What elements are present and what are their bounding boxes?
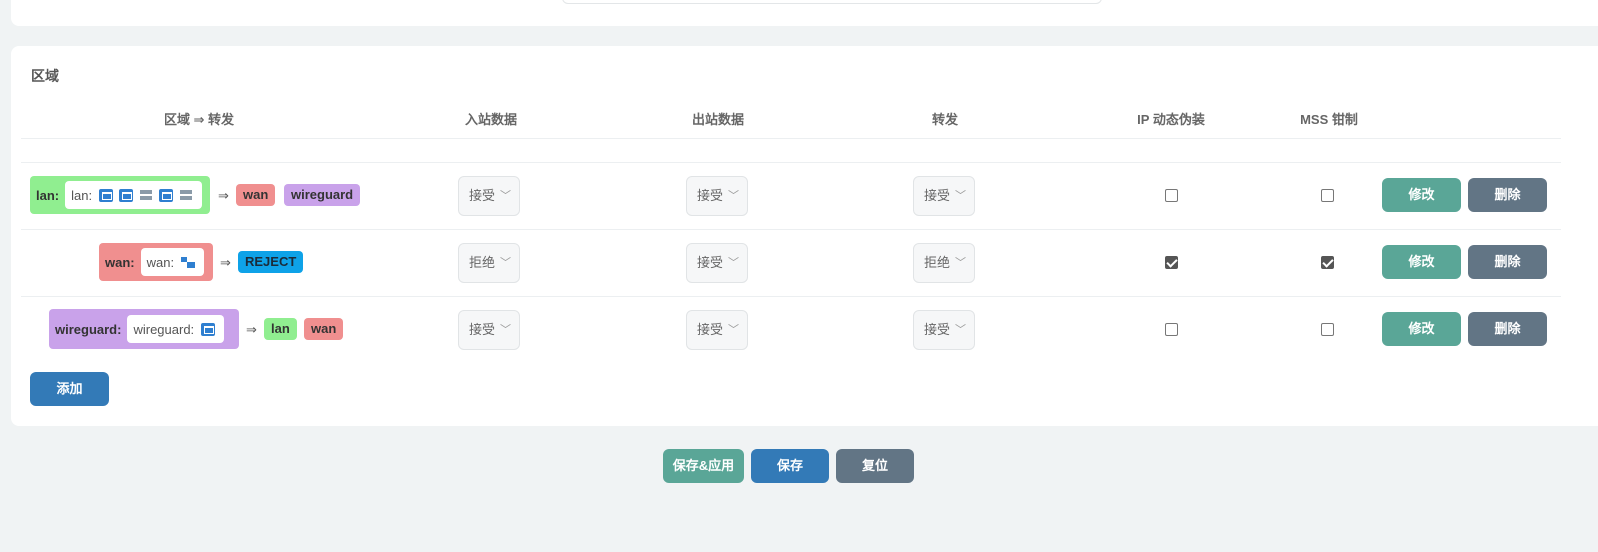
chevron-down-icon: ﹀ <box>500 257 511 269</box>
dest-badge-wan: wan <box>236 184 276 206</box>
zones-card: 区域 区域 ⇒ 转发 入站数据 出站数据 转发 IP 动态伪装 MSS 钳制 l… <box>11 46 1598 426</box>
interface-label: wan: <box>146 254 175 270</box>
save-button[interactable]: 保存 <box>751 449 829 483</box>
mss-checkbox[interactable] <box>1321 189 1334 202</box>
delete-button[interactable]: 删除 <box>1468 312 1547 346</box>
forward-select[interactable]: 接受 ﹀ <box>913 310 975 350</box>
zone-name: lan: <box>36 187 60 203</box>
masq-checkbox[interactable] <box>1165 256 1178 269</box>
chevron-down-icon: ﹀ <box>728 257 739 269</box>
top-input[interactable] <box>562 0 1102 4</box>
input-select[interactable]: 接受 ﹀ <box>458 176 520 216</box>
interface-label: lan: <box>71 187 93 203</box>
zone-badge-wan: wan: wan: <box>99 243 213 281</box>
table-row: wireguard: wireguard: ⇒ lan wan 接受 ﹀ 接受 ﹀ … <box>11 297 1598 364</box>
table-row: lan: lan: ⇒ wan wireguard 接受 ﹀ 接受 ﹀ 接受 ﹀ 修改… <box>11 163 1598 230</box>
input-select-value: 接受 <box>469 322 496 337</box>
forward-arrow: ⇒ <box>220 255 231 270</box>
dest-badge-reject: REJECT <box>238 251 304 273</box>
input-select-value: 拒绝 <box>469 255 496 270</box>
network-port-icon <box>201 322 216 336</box>
chevron-down-icon: ﹀ <box>728 324 739 336</box>
dest-badge-wireguard: wireguard <box>284 184 361 206</box>
mss-checkbox[interactable] <box>1321 323 1334 336</box>
network-port-icon <box>119 188 134 202</box>
zone-badge-lan: lan: lan: <box>30 176 210 214</box>
interface-label: wireguard: <box>133 321 195 337</box>
zone-name: wan: <box>105 254 135 270</box>
server-icon <box>139 189 153 202</box>
reset-button[interactable]: 复位 <box>836 449 914 483</box>
header-divider <box>21 138 1561 139</box>
chevron-down-icon: ﹀ <box>728 190 739 202</box>
dest-badge-lan: lan <box>264 318 297 340</box>
col-masq: IP 动态伪装 <box>1137 112 1205 127</box>
input-select[interactable]: 接受 ﹀ <box>458 310 520 350</box>
output-select[interactable]: 接受 ﹀ <box>686 243 748 283</box>
forward-select[interactable]: 拒绝 ﹀ <box>913 243 975 283</box>
wan-network-icon <box>181 256 196 269</box>
col-forward: 转发 <box>931 112 958 127</box>
add-button[interactable]: 添加 <box>30 372 109 406</box>
interface-box: wireguard: <box>127 315 225 343</box>
edit-button[interactable]: 修改 <box>1382 245 1461 279</box>
delete-button[interactable]: 删除 <box>1468 178 1547 212</box>
col-output: 出站数据 <box>691 112 744 127</box>
input-select[interactable]: 拒绝 ﹀ <box>458 243 520 283</box>
col-input: 入站数据 <box>464 112 517 127</box>
chevron-down-icon: ﹀ <box>955 257 966 269</box>
forward-select-value: 拒绝 <box>924 255 951 270</box>
zone-name: wireguard: <box>55 321 122 337</box>
interface-box: wan: <box>140 248 205 276</box>
server-icon <box>179 189 193 202</box>
forward-select-value: 接受 <box>924 322 951 337</box>
output-select[interactable]: 接受 ﹀ <box>686 176 748 216</box>
forward-arrow: ⇒ <box>218 188 229 203</box>
zone-badge-wireguard: wireguard: wireguard: <box>49 309 239 349</box>
edit-button[interactable]: 修改 <box>1382 312 1461 346</box>
section-title: 区域 <box>31 68 59 84</box>
table-row: wan: wan: ⇒ REJECT 拒绝 ﹀ 接受 ﹀ 拒绝 ﹀ 修改 删除 <box>11 230 1598 297</box>
chevron-down-icon: ﹀ <box>955 324 966 336</box>
output-select-value: 接受 <box>697 322 724 337</box>
edit-button[interactable]: 修改 <box>1382 178 1461 212</box>
save-apply-button[interactable]: 保存&应用 <box>663 449 744 483</box>
dest-badge-wan: wan <box>304 318 344 340</box>
forward-select-value: 接受 <box>924 188 951 203</box>
masq-checkbox[interactable] <box>1165 189 1178 202</box>
chevron-down-icon: ﹀ <box>500 190 511 202</box>
output-select-value: 接受 <box>697 188 724 203</box>
output-select[interactable]: 接受 ﹀ <box>686 310 748 350</box>
col-mss: MSS 钳制 <box>1300 112 1358 127</box>
col-zone-forward: 区域 ⇒ 转发 <box>163 112 235 127</box>
masq-checkbox[interactable] <box>1165 323 1178 336</box>
forward-arrow: ⇒ <box>246 322 257 337</box>
chevron-down-icon: ﹀ <box>500 324 511 336</box>
input-select-value: 接受 <box>469 188 496 203</box>
mss-checkbox[interactable] <box>1321 256 1334 269</box>
delete-button[interactable]: 删除 <box>1468 245 1547 279</box>
chevron-down-icon: ﹀ <box>955 190 966 202</box>
output-select-value: 接受 <box>697 255 724 270</box>
forward-select[interactable]: 接受 ﹀ <box>913 176 975 216</box>
network-port-icon <box>99 188 114 202</box>
interface-box: lan: <box>65 181 203 209</box>
network-port-icon <box>159 188 174 202</box>
